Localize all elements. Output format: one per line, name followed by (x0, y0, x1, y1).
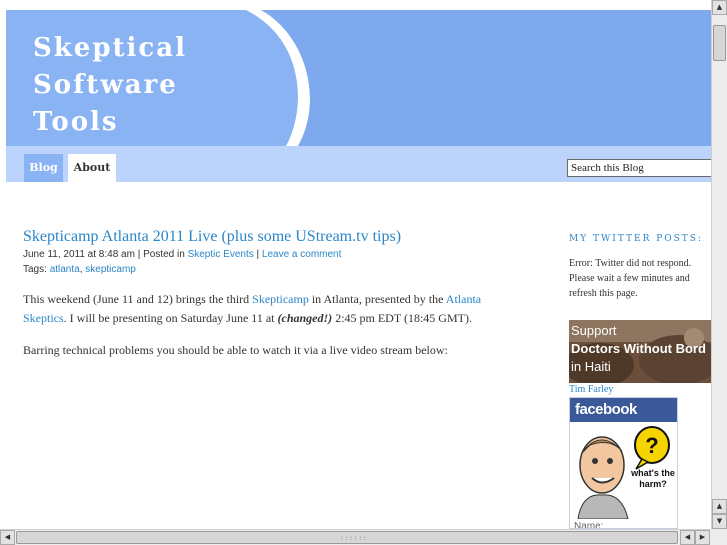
svg-text:?: ? (645, 433, 658, 458)
horizontal-scrollbar[interactable]: ◀ :::::: ◀ ▶ (0, 529, 711, 545)
badge-name-label: Name: (574, 521, 604, 529)
scrollbar-corner (711, 529, 727, 545)
haiti-line-1: Support (571, 323, 617, 338)
facebook-logo: facebook (570, 398, 677, 422)
post-title-link[interactable]: Skepticamp Atlanta 2011 Live (plus some … (23, 228, 401, 246)
post-paragraph-2: Barring technical problems you should be… (23, 343, 448, 357)
facebook-badge[interactable]: facebook ? what's the harm? Name: (569, 397, 678, 529)
search-input[interactable]: Search this Blog (567, 159, 711, 177)
scroll-right-button[interactable]: ▶ (695, 530, 710, 545)
post-paragraph-1: This weekend (June 11 and 12) brings the… (23, 292, 482, 325)
changed-note: (changed!) (277, 311, 333, 325)
posted-in-label: | Posted in (134, 249, 188, 260)
tags-label: Tags: (23, 264, 50, 275)
scroll-up-button[interactable]: ▲ (712, 0, 727, 15)
post-body: This weekend (June 11 and 12) brings the… (23, 290, 508, 373)
horizontal-scroll-thumb[interactable]: :::::: (16, 531, 678, 544)
tab-blog[interactable]: Blog (24, 154, 63, 182)
skepticamp-link[interactable]: Skepticamp (252, 292, 309, 306)
scroll-grip-icon: :::::: (340, 535, 368, 542)
facebook-badge-name-link[interactable]: Tim Farley (569, 384, 613, 395)
tag-link-skepticamp[interactable]: skepticamp (85, 264, 136, 275)
nav-bar: Blog About Search this Blog (6, 146, 711, 182)
twitter-error-text: Error: Twitter did not respond. Please w… (569, 258, 692, 299)
site-header: Skeptical Software Tools (6, 10, 711, 146)
scroll-up-button-lower[interactable]: ▲ (712, 499, 727, 514)
scroll-down-button[interactable]: ▼ (712, 514, 727, 529)
tag-link-atlanta[interactable]: atlanta (50, 264, 80, 275)
doctors-without-borders-banner[interactable]: Support Doctors Without Bord in Haiti (569, 320, 711, 383)
post-date: June 11, 2011 at 8:48 am (23, 249, 135, 260)
vertical-scroll-thumb[interactable] (713, 25, 726, 61)
tab-about[interactable]: About (68, 154, 116, 182)
leave-comment-link[interactable]: Leave a comment (262, 249, 342, 260)
haiti-line-3: in Haiti (571, 359, 611, 374)
scroll-left-button-right[interactable]: ◀ (680, 530, 695, 545)
browser-viewport: Skeptical Software Tools Blog About Sear… (0, 0, 711, 529)
whats-the-harm-caption: what's the harm? (631, 468, 675, 489)
meta-separator: | (253, 249, 262, 260)
post-meta: June 11, 2011 at 8:48 am | Posted in Ske… (23, 249, 341, 260)
scroll-left-button[interactable]: ◀ (0, 530, 15, 545)
post-tags: Tags: atlanta, skepticamp (23, 264, 136, 275)
vertical-scrollbar[interactable]: ▲ ▲ ▼ (711, 0, 727, 529)
category-link[interactable]: Skeptic Events (188, 249, 254, 260)
twitter-heading: MY TWITTER POSTS: (569, 234, 704, 244)
site-title[interactable]: Skeptical Software Tools (33, 30, 333, 141)
haiti-line-2: Doctors Without Bord (571, 341, 706, 356)
